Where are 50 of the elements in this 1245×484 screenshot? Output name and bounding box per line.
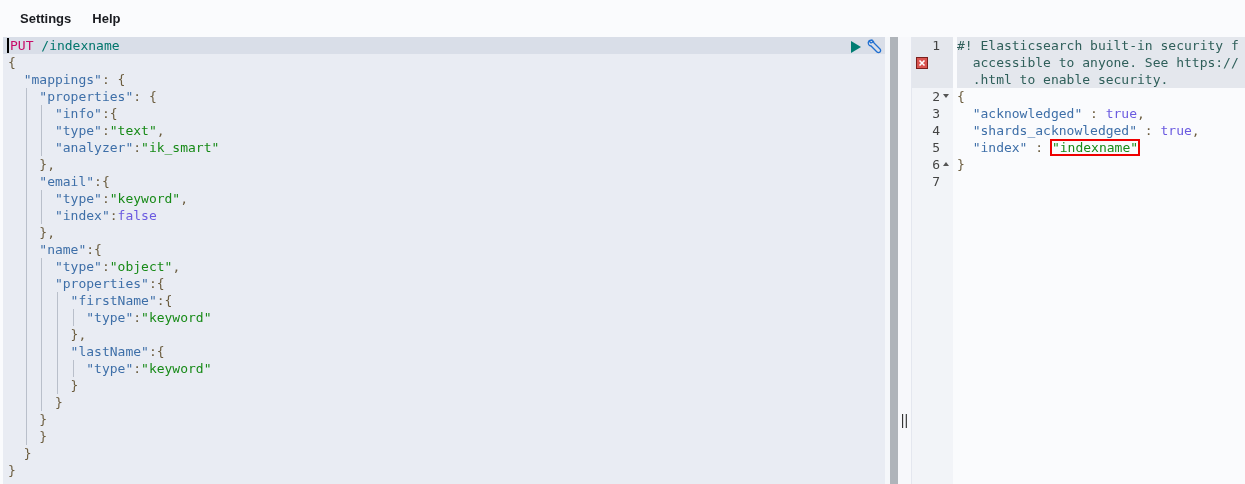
code-line: #! Elasticsearch built-in security f <box>957 38 1239 53</box>
code-line: } <box>957 157 965 172</box>
wrench-icon[interactable] <box>866 38 883 55</box>
code-line: "mappings": { <box>22 72 126 87</box>
code-line: "type":"keyword", <box>53 191 189 206</box>
resize-handle[interactable]: || <box>900 413 909 427</box>
code-line: } <box>69 378 79 393</box>
code-line: accessible to anyone. See https:// <box>971 55 1239 70</box>
code-line: } <box>22 446 32 461</box>
code-line: } <box>38 412 48 427</box>
code-line: "shards_acknowledged" : true, <box>971 123 1200 138</box>
code-line: .html to enable security. <box>971 72 1169 87</box>
code-line: "type":"object", <box>53 259 181 274</box>
text-cursor <box>7 38 9 53</box>
code-line: "index":false <box>53 208 157 223</box>
code-line: PUT /indexname <box>10 38 120 53</box>
line-number: 3 <box>932 105 940 122</box>
scrollbar[interactable] <box>890 37 898 484</box>
line-number: 2 <box>932 88 940 105</box>
code-line: "acknowledged" : true, <box>971 106 1145 121</box>
code-line: "type":"keyword" <box>85 310 212 325</box>
fold-down-icon[interactable] <box>943 94 949 99</box>
code-line: "properties": { <box>38 89 157 104</box>
play-icon[interactable] <box>850 39 862 54</box>
code-line: "type":"text", <box>53 123 165 138</box>
menu-item[interactable]: Settings <box>20 8 72 29</box>
code-line: }, <box>38 225 55 240</box>
code-line: "type":"keyword" <box>85 361 212 376</box>
code-line: "name":{ <box>38 242 102 257</box>
code-line: "info":{ <box>53 106 118 121</box>
line-number: 6 <box>932 156 940 173</box>
code-line: } <box>53 395 63 410</box>
menu-item[interactable]: Help <box>92 8 121 29</box>
line-number: 5 <box>932 139 940 156</box>
code-line: "email":{ <box>38 174 110 189</box>
line-number: 7 <box>932 173 940 190</box>
line-number: 1 <box>932 37 940 54</box>
fold-up-icon[interactable] <box>943 162 949 167</box>
line-number: 4 <box>932 122 940 139</box>
code-line: }, <box>69 327 87 342</box>
code-line: { <box>957 89 965 104</box>
code-line: "lastName":{ <box>69 344 165 359</box>
code-line: "properties":{ <box>53 276 165 291</box>
code-line: }, <box>38 157 55 172</box>
code-line: } <box>38 429 48 444</box>
code-line: "analyzer":"ik_smart" <box>53 140 220 155</box>
code-line: } <box>8 463 16 478</box>
code-line: "firstName":{ <box>69 293 173 308</box>
code-line: { <box>8 55 16 70</box>
code-line: "index" : "indexname" <box>971 140 1140 155</box>
